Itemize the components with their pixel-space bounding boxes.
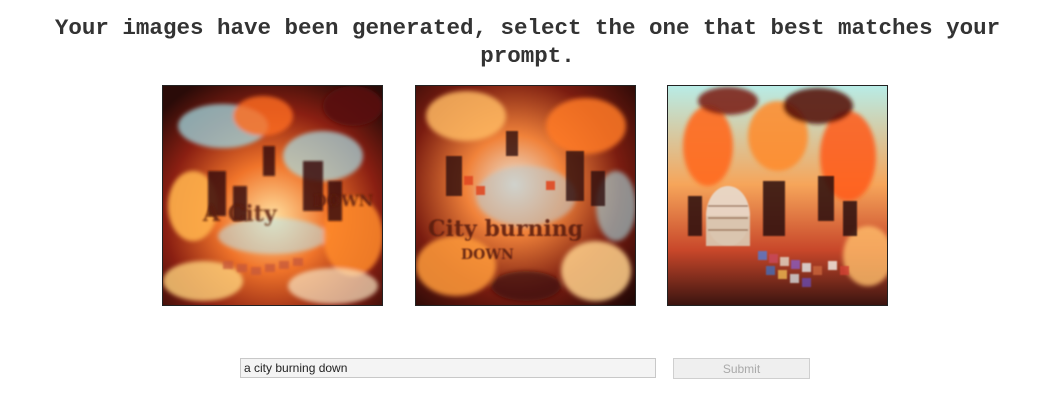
generated-image-3-artwork <box>668 86 887 305</box>
generated-image-1[interactable]: A City DOWN <box>162 85 383 306</box>
image-2-text-city-burning: City burning <box>428 216 583 242</box>
heading-line-1: Your images have been generated, select … <box>54 15 1001 41</box>
generated-image-2[interactable]: City burning DOWN <box>415 85 636 306</box>
image-1-text-a-city: A City <box>202 201 278 227</box>
heading-line-2: prompt. <box>480 43 575 69</box>
generated-image-3[interactable] <box>667 85 888 306</box>
submit-button[interactable]: Submit <box>673 358 810 379</box>
prompt-input[interactable] <box>240 358 656 378</box>
generated-image-1-artwork: A City DOWN <box>163 86 382 305</box>
generated-image-2-artwork: City burning DOWN <box>416 86 635 305</box>
page-heading: Your images have been generated, select … <box>0 14 1055 70</box>
image-2-text-down: DOWN <box>461 247 514 263</box>
image-1-text-down: DOWN <box>313 191 373 210</box>
